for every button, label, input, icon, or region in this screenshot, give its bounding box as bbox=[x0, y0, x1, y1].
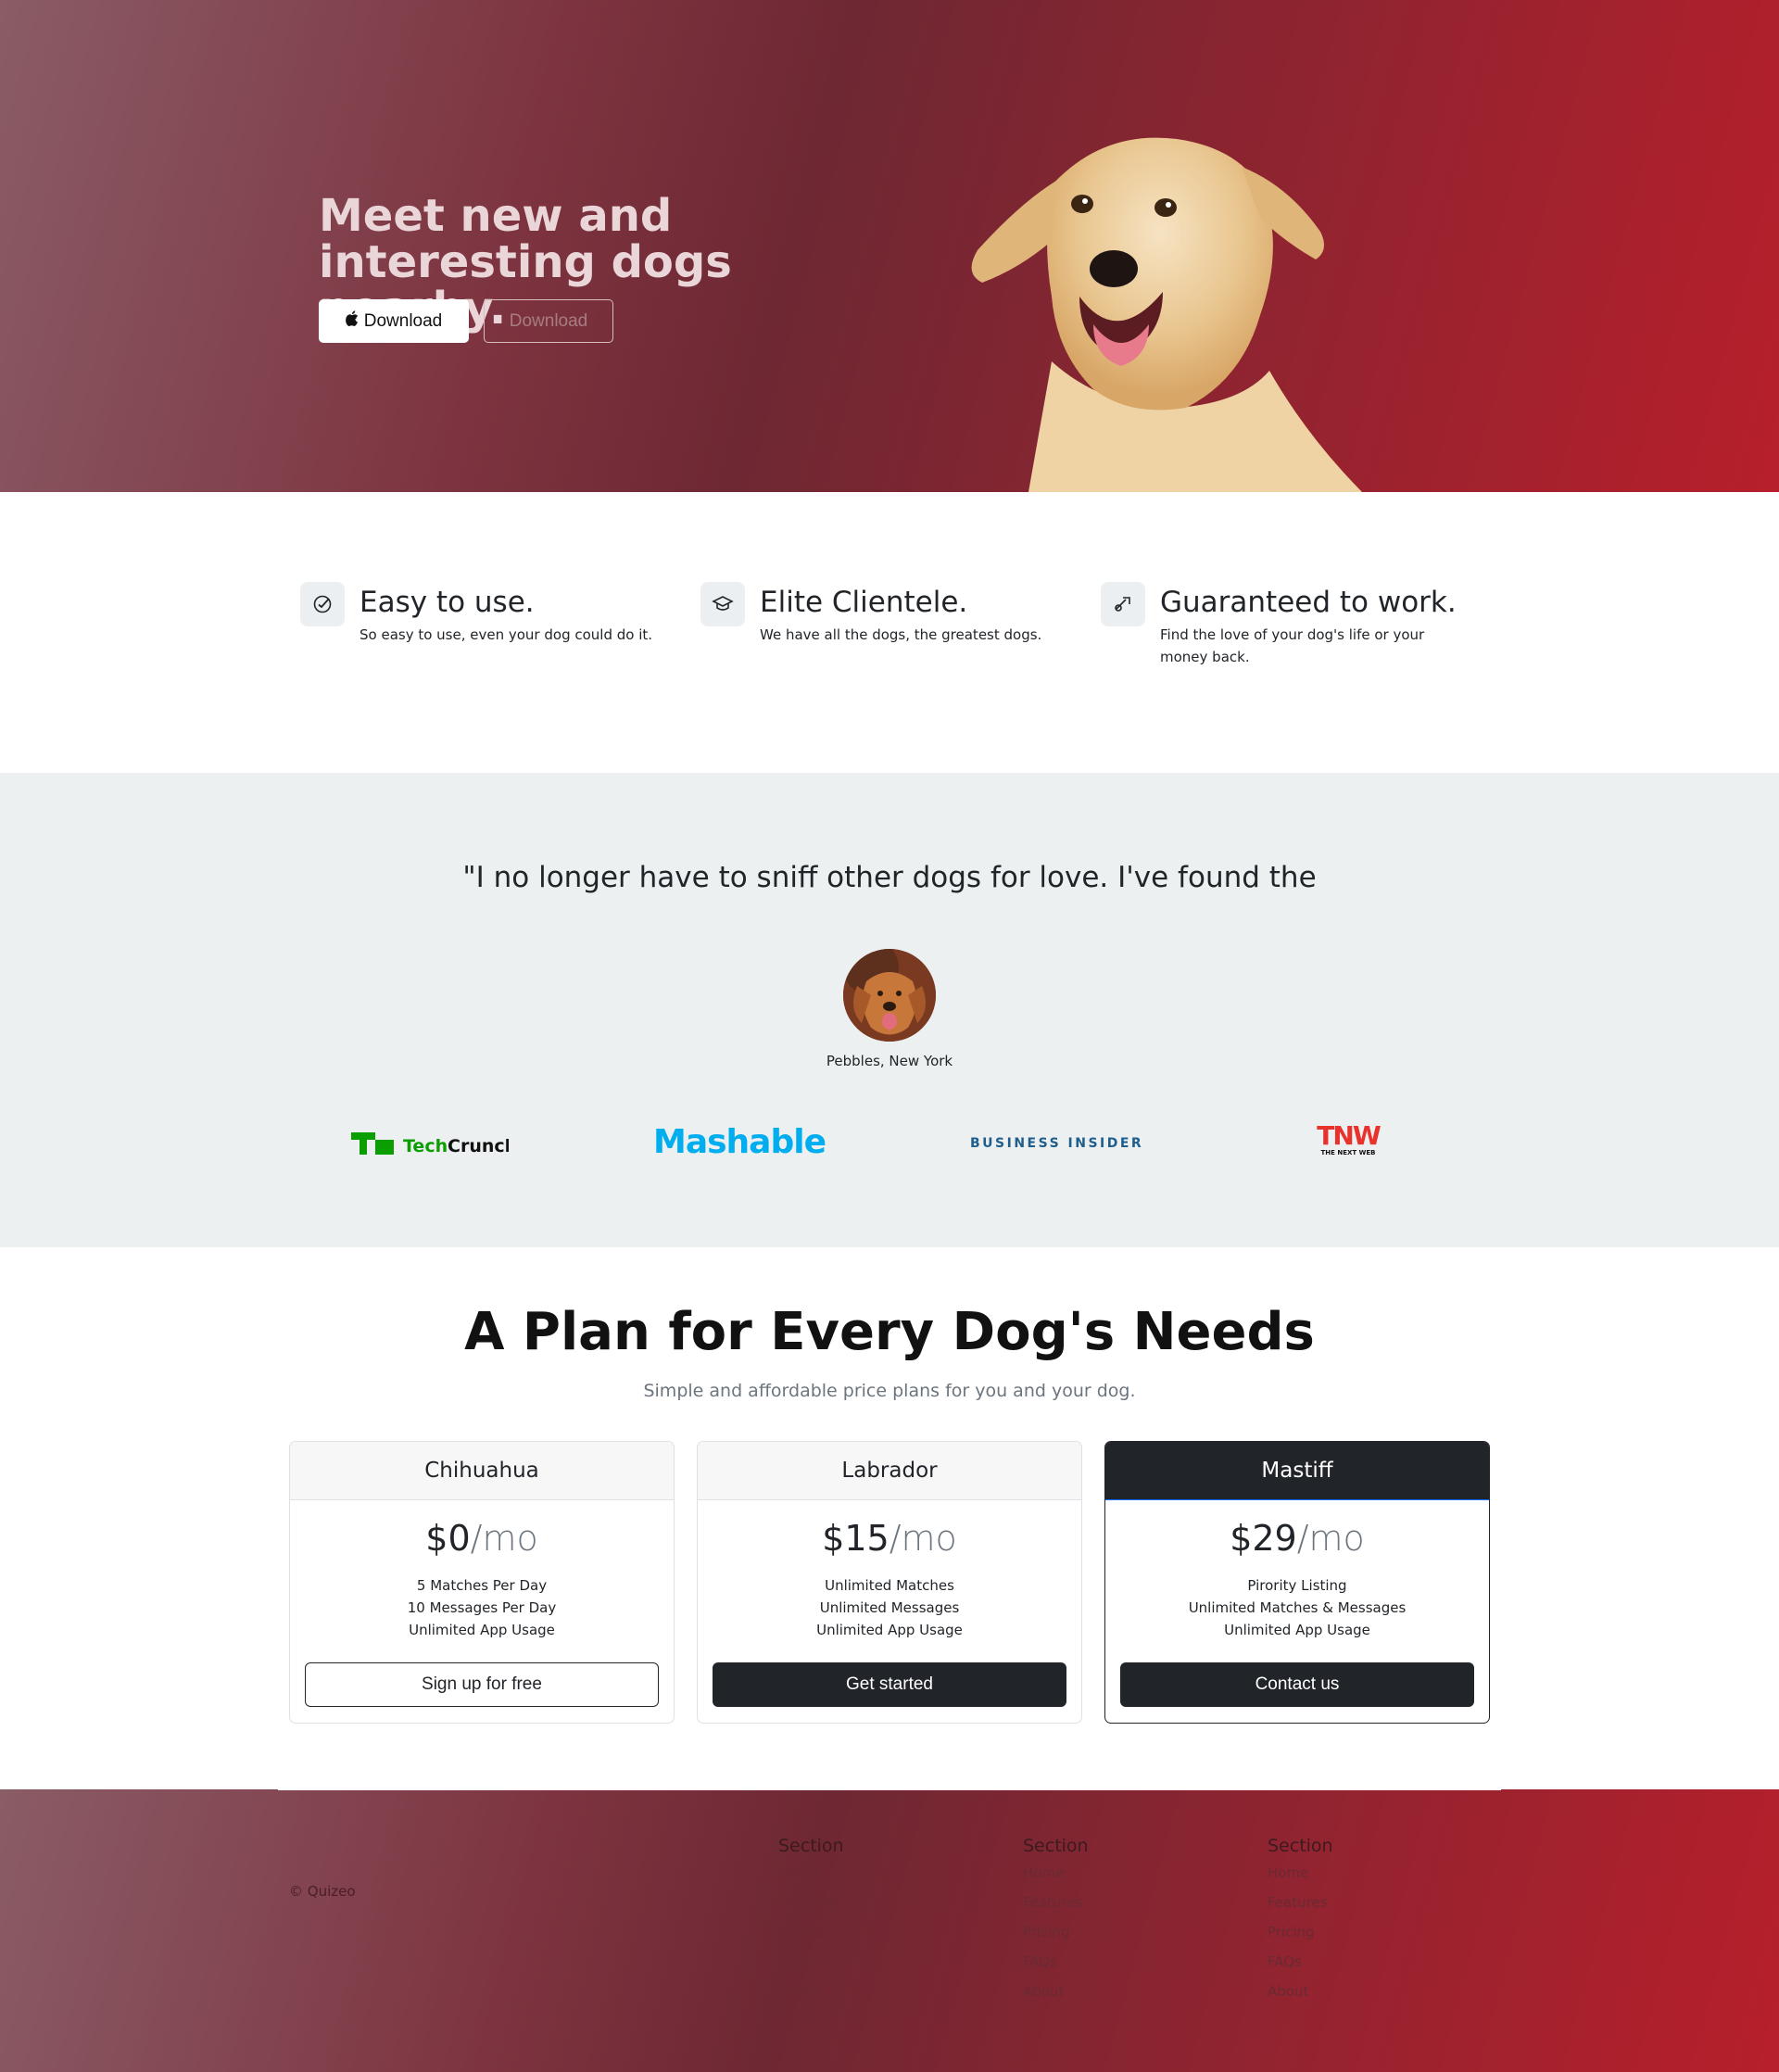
plan-feature: 10 Messages Per Day bbox=[407, 1599, 557, 1616]
check-circle-icon bbox=[300, 582, 345, 626]
download-button-label: Download bbox=[363, 310, 443, 331]
testimonial-quote: "I no longer have to sniff other dogs fo… bbox=[462, 861, 1317, 894]
price-amount: $15 bbox=[822, 1518, 890, 1559]
footer-divider bbox=[278, 1789, 1501, 1790]
footer-link-faqs[interactable]: FAQs bbox=[778, 1947, 844, 1977]
feature-text: Find the love of your dog's life or your… bbox=[1160, 626, 1425, 665]
download-secondary-label: Download bbox=[509, 310, 588, 331]
feature-title: Easy to use. bbox=[360, 586, 535, 619]
tnw-logo: TNW THE NEXT WEB bbox=[1316, 1120, 1381, 1157]
contact-us-button[interactable]: Contact us bbox=[1120, 1662, 1474, 1707]
svg-text:Tech: Tech bbox=[403, 1136, 448, 1156]
avatar bbox=[843, 949, 936, 1042]
plan-name: Labrador bbox=[698, 1442, 1081, 1500]
footer-link-home[interactable]: Home bbox=[1023, 1858, 1089, 1888]
pricing-card-mastiff: Mastiff $29/mo Pirority Listing Unlimite… bbox=[1104, 1441, 1490, 1724]
tnw-wordmark: TNW bbox=[1317, 1120, 1381, 1151]
plan-name: Mastiff bbox=[1105, 1442, 1489, 1500]
tnw-subtext: THE NEXT WEB bbox=[1320, 1149, 1376, 1156]
footer-link-about[interactable]: About bbox=[778, 1977, 844, 2006]
price-amount: $29 bbox=[1230, 1518, 1297, 1559]
copyright: © Quizeo bbox=[289, 1883, 356, 1900]
plan-features: Pirority Listing Unlimited Matches & Mes… bbox=[1105, 1574, 1489, 1641]
footer-link-pricing[interactable]: Pricing bbox=[778, 1917, 844, 1947]
price-amount: $0 bbox=[425, 1518, 471, 1559]
plan-name: Chihuahua bbox=[290, 1442, 674, 1500]
plan-feature: Unlimited Matches & Messages bbox=[1188, 1599, 1407, 1616]
plan-feature: Unlimited Matches bbox=[825, 1577, 954, 1594]
feature-text: We have all the dogs, the greatest dogs. bbox=[760, 626, 1042, 643]
footer-link-about[interactable]: About bbox=[1268, 1977, 1333, 2006]
plan-feature: Unlimited App Usage bbox=[1224, 1622, 1370, 1638]
apple-icon bbox=[345, 310, 359, 332]
pricing-subtitle: Simple and affordable price plans for yo… bbox=[643, 1381, 1136, 1401]
plan-price: $29/mo bbox=[1105, 1518, 1489, 1559]
download-button[interactable]: Download bbox=[319, 299, 469, 343]
plan-price: $0/mo bbox=[290, 1518, 674, 1559]
dog-hero-image bbox=[971, 137, 1362, 492]
footer-column-heading: Section bbox=[1268, 1836, 1333, 1856]
feature-title: Elite Clientele. bbox=[760, 586, 968, 619]
footer-link-home[interactable]: Home bbox=[778, 1858, 844, 1888]
plan-price: $15/mo bbox=[698, 1518, 1081, 1559]
footer-column: Section Home Features Pricing FAQs About bbox=[1268, 1836, 1333, 2006]
pricing-card-labrador: Labrador $15/mo Unlimited Matches Unlimi… bbox=[697, 1441, 1082, 1724]
plan-feature: Pirority Listing bbox=[1247, 1577, 1347, 1594]
plan-feature: Unlimited Messages bbox=[819, 1599, 960, 1616]
download-secondary-button[interactable]: Download bbox=[484, 299, 613, 343]
pricing-title: A Plan for Every Dog's Needs bbox=[464, 1302, 1315, 1362]
hero-section: Meet new and interesting dogs nearby. Do… bbox=[0, 0, 1779, 492]
business-insider-logo: BUSINESS INSIDER bbox=[970, 1136, 1144, 1151]
price-period: /mo bbox=[1296, 1518, 1365, 1559]
plan-feature: Unlimited App Usage bbox=[409, 1622, 555, 1638]
pricing-card-chihuahua: Chihuahua $0/mo 5 Matches Per Day 10 Mes… bbox=[289, 1441, 675, 1724]
feature-text: So easy to use, even your dog could do i… bbox=[360, 626, 653, 643]
footer-link-about[interactable]: About bbox=[1023, 1977, 1089, 2006]
footer-link-faqs[interactable]: FAQs bbox=[1023, 1947, 1089, 1977]
techcrunch-logo: Tech Crunch bbox=[351, 1130, 517, 1161]
svg-text:Crunch: Crunch bbox=[448, 1136, 509, 1156]
feature-title: Guaranteed to work. bbox=[1160, 586, 1457, 619]
footer-link-pricing[interactable]: Pricing bbox=[1023, 1917, 1089, 1947]
price-period: /mo bbox=[889, 1518, 957, 1559]
plan-feature: 5 Matches Per Day bbox=[416, 1577, 548, 1594]
footer-link-home[interactable]: Home bbox=[1268, 1858, 1333, 1888]
footer-column: Section Home Features Pricing FAQs About bbox=[778, 1836, 844, 2006]
sign-up-free-button[interactable]: Sign up for free bbox=[305, 1662, 659, 1707]
footer-column-heading: Section bbox=[778, 1836, 844, 1856]
testimonial-section: "I no longer have to sniff other dogs fo… bbox=[0, 773, 1779, 1247]
footer-link-pricing[interactable]: Pricing bbox=[1268, 1917, 1333, 1947]
plan-features: 5 Matches Per Day 10 Messages Per Day Un… bbox=[290, 1574, 674, 1641]
price-period: /mo bbox=[470, 1518, 538, 1559]
graduation-cap-icon bbox=[700, 582, 745, 626]
footer-column: Section Home Features Pricing FAQs About bbox=[1023, 1836, 1089, 2006]
footer-link-features[interactable]: Features bbox=[1023, 1888, 1089, 1917]
plan-feature: Unlimited App Usage bbox=[816, 1622, 963, 1638]
footer-link-features[interactable]: Features bbox=[1268, 1888, 1333, 1917]
footer-column-heading: Section bbox=[1023, 1836, 1089, 1856]
mashable-logo: Mashable bbox=[653, 1123, 826, 1161]
get-started-button[interactable]: Get started bbox=[713, 1662, 1066, 1707]
footer-link-features[interactable]: Features bbox=[778, 1888, 844, 1917]
guarantee-icon bbox=[1101, 582, 1145, 626]
testimonial-author: Pebbles, New York bbox=[826, 1053, 953, 1069]
footer: © Quizeo Section Home Features Pricing F… bbox=[0, 1789, 1779, 2072]
plan-features: Unlimited Matches Unlimited Messages Unl… bbox=[698, 1574, 1081, 1641]
footer-link-faqs[interactable]: FAQs bbox=[1268, 1947, 1333, 1977]
